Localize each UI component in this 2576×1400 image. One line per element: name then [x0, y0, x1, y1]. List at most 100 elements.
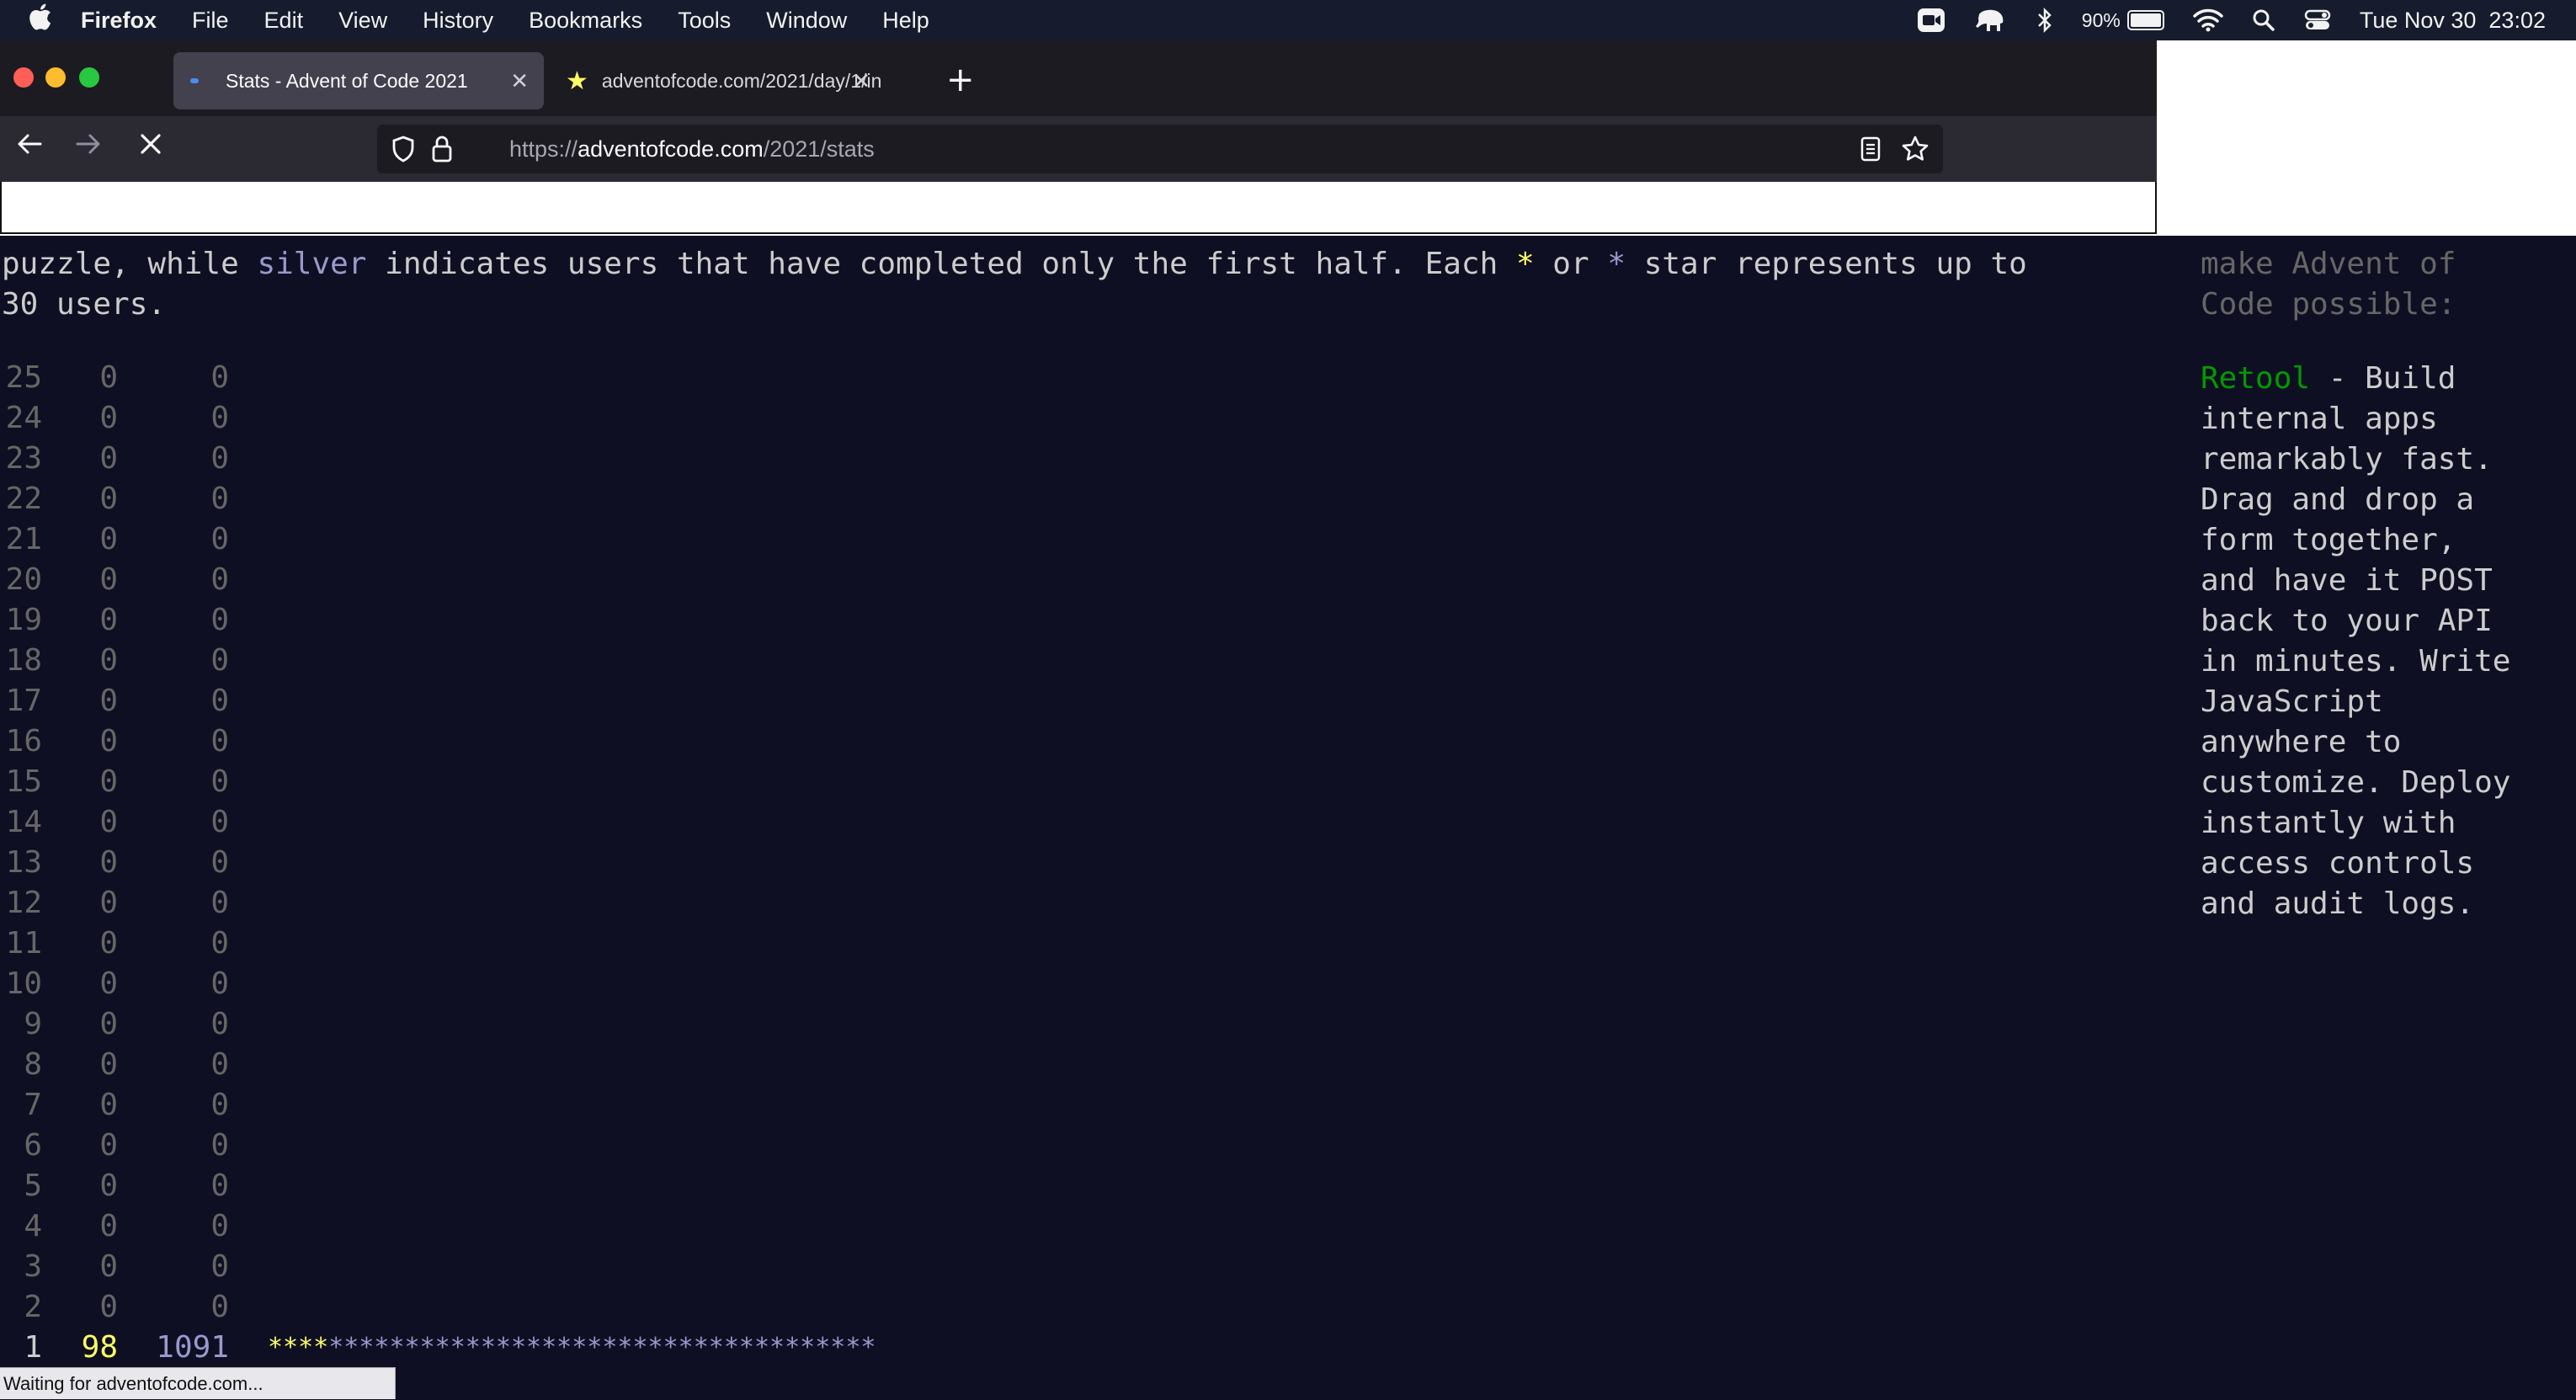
menu-window[interactable]: Window — [766, 8, 847, 34]
window-close-button[interactable] — [13, 67, 34, 88]
menu-view[interactable]: View — [338, 8, 387, 34]
sponsor-line-text: and audit logs. — [2201, 886, 2475, 921]
silver-count: 0 — [210, 360, 229, 395]
back-arrow-icon[interactable] — [15, 130, 44, 166]
bluetooth-icon[interactable] — [2036, 7, 2053, 34]
gold-count: 0 — [99, 441, 118, 476]
blank-area — [2157, 40, 2576, 182]
menu-edit[interactable]: Edit — [264, 8, 304, 34]
sponsor-line: Retool - Build — [2201, 359, 2554, 399]
menu-history[interactable]: History — [423, 8, 493, 34]
menu-bookmarks[interactable]: Bookmarks — [529, 8, 642, 34]
sponsor-line-text: access controls — [2201, 846, 2475, 881]
sponsor-line: anywhere to — [2201, 722, 2554, 763]
spotlight-search-icon[interactable] — [2252, 8, 2275, 32]
sponsor-line: instantly with — [2201, 803, 2554, 844]
tab-stats[interactable]: Stats - Advent of Code 2021 ✕ — [173, 52, 544, 109]
window-zoom-button[interactable] — [79, 67, 99, 88]
gold-count: 0 — [99, 1007, 118, 1041]
apple-icon[interactable] — [27, 3, 52, 38]
control-center-icon[interactable] — [2304, 8, 2331, 32]
day-number: 8 — [24, 1047, 42, 1082]
sponsor-line-text: form together, — [2201, 523, 2456, 557]
sponsor-line: Drag and drop a — [2201, 480, 2554, 520]
sponsor-link-retool[interactable]: Retool — [2201, 361, 2310, 396]
sponsor-line-text: instantly with — [2201, 806, 2456, 840]
reader-view-icon[interactable] — [1860, 136, 1881, 162]
window-minimize-button[interactable] — [45, 67, 66, 88]
day-number: 1 — [24, 1330, 42, 1365]
url-bar[interactable]: https://adventofcode.com/2021/stats — [377, 125, 1943, 173]
silver-count: 1091 — [156, 1330, 229, 1365]
url-text[interactable]: https://adventofcode.com/2021/stats — [471, 110, 875, 189]
video-camera-icon[interactable] — [1917, 8, 1945, 33]
wifi-icon[interactable] — [2193, 8, 2223, 32]
forward-arrow-icon[interactable] — [74, 130, 103, 166]
day-number: 11 — [5, 926, 42, 961]
silver-count: 0 — [210, 845, 229, 880]
day-number: 22 — [5, 482, 42, 516]
menu-file[interactable]: File — [192, 8, 229, 34]
url-scheme: https:// — [509, 136, 578, 162]
menubar-clock[interactable]: Tue Nov 30 23:02 — [2360, 8, 2546, 34]
silver-count: 0 — [210, 401, 229, 435]
gold-count: 0 — [99, 886, 118, 920]
new-tab-button[interactable]: + — [946, 61, 975, 99]
sponsor-line-text: anywhere to — [2201, 725, 2402, 759]
sponsor-line-text: remarkably fast. — [2201, 442, 2493, 476]
intro-text: 30 users. — [2, 287, 167, 322]
silver-star-glyph: * — [1607, 247, 1626, 281]
gold-count: 0 — [99, 1249, 118, 1284]
silver-count: 0 — [210, 1047, 229, 1082]
stop-loading-icon[interactable] — [136, 130, 165, 166]
padlock-icon[interactable] — [431, 135, 453, 163]
sponsor-intro: Code possible: — [2201, 287, 2456, 322]
url-path: /2021/stats — [763, 136, 875, 162]
gold-count: 0 — [99, 1088, 118, 1122]
gold-count: 0 — [99, 603, 118, 637]
gold-count: 0 — [99, 482, 118, 516]
gold-count: 0 — [99, 764, 118, 799]
sponsor-line: and have it POST — [2201, 561, 2554, 601]
silver-count: 0 — [210, 482, 229, 516]
silver-count: 0 — [210, 643, 229, 678]
tab-close-icon[interactable]: ✕ — [510, 68, 529, 94]
bookmark-star-icon[interactable] — [1901, 135, 1929, 163]
sponsor-line-text: Drag and drop a — [2201, 482, 2475, 517]
sponsor-line-text: customize. Deploy — [2201, 765, 2511, 800]
gold-count: 0 — [99, 845, 118, 880]
sponsor-text: Retool - Build internal apps remarkably fa… — [2201, 359, 2554, 924]
star-bar: **************************************** — [268, 1328, 876, 1368]
day-number: 13 — [5, 845, 42, 880]
elephant-icon[interactable] — [1974, 8, 2008, 33]
menu-tools[interactable]: Tools — [678, 8, 731, 34]
tracking-shield-icon[interactable] — [391, 135, 416, 163]
day-number: 23 — [5, 441, 42, 476]
silver-count: 0 — [210, 1007, 229, 1041]
silver-count: 0 — [210, 603, 229, 637]
silver-count: 0 — [210, 886, 229, 920]
tab-day1-input[interactable]: ★ adventofcode.com/2021/day/1/in ✕ — [562, 52, 907, 109]
menu-help[interactable]: Help — [882, 8, 929, 34]
gold-count: 0 — [99, 1209, 118, 1243]
sponsor-line-text: JavaScript — [2201, 684, 2383, 719]
day-number: 4 — [24, 1209, 42, 1243]
gold-count: 0 — [99, 724, 118, 759]
sponsor-line: and audit logs. — [2201, 884, 2554, 924]
url-host: adventofcode.com — [577, 136, 764, 162]
silver-count: 0 — [210, 1168, 229, 1203]
day-number: 2 — [24, 1290, 42, 1324]
battery-status[interactable]: 90% — [2082, 9, 2164, 32]
day-number: 21 — [5, 522, 42, 556]
silver-count: 0 — [210, 926, 229, 961]
tab-title: Stats - Advent of Code 2021 — [226, 69, 468, 92]
silver-count: 0 — [210, 441, 229, 476]
silver-count: 0 — [210, 1209, 229, 1243]
menu-bar: Firefox File Edit View History Bookmarks… — [0, 0, 2576, 40]
gold-count: 0 — [99, 684, 118, 718]
sponsor-line: back to your API — [2201, 601, 2554, 641]
sponsor-line-text: internal apps — [2201, 402, 2438, 436]
tab-close-icon[interactable]: ✕ — [852, 68, 870, 94]
silver-count: 0 — [210, 562, 229, 597]
menu-app-firefox[interactable]: Firefox — [81, 8, 157, 34]
